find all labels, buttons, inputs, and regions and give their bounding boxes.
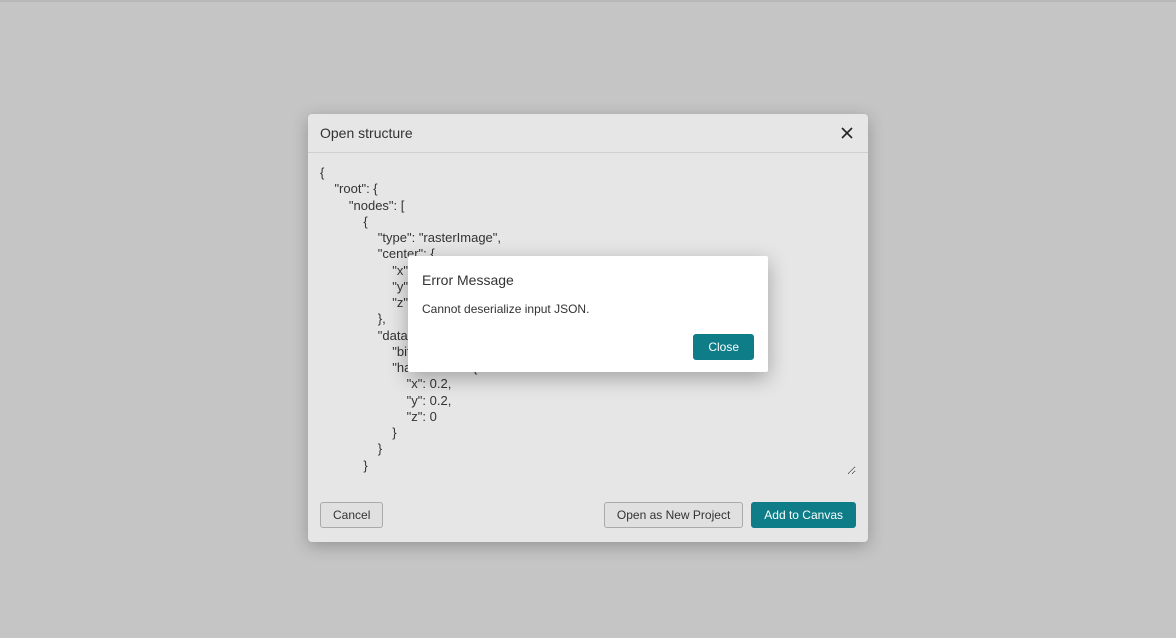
dialog-title: Open structure xyxy=(320,125,413,141)
dialog-footer: Cancel Open as New Project Add to Canvas xyxy=(308,492,868,542)
error-close-button[interactable]: Close xyxy=(693,334,754,360)
open-new-project-button[interactable]: Open as New Project xyxy=(604,502,743,528)
add-to-canvas-button[interactable]: Add to Canvas xyxy=(751,502,856,528)
error-footer: Close xyxy=(422,334,754,360)
close-icon[interactable] xyxy=(838,124,856,142)
cancel-button[interactable]: Cancel xyxy=(320,502,383,528)
app-topbar xyxy=(0,0,1176,2)
error-title: Error Message xyxy=(422,272,754,288)
error-dialog: Error Message Cannot deserialize input J… xyxy=(408,256,768,372)
dialog-header: Open structure xyxy=(308,114,868,153)
error-body: Cannot deserialize input JSON. xyxy=(422,302,754,316)
